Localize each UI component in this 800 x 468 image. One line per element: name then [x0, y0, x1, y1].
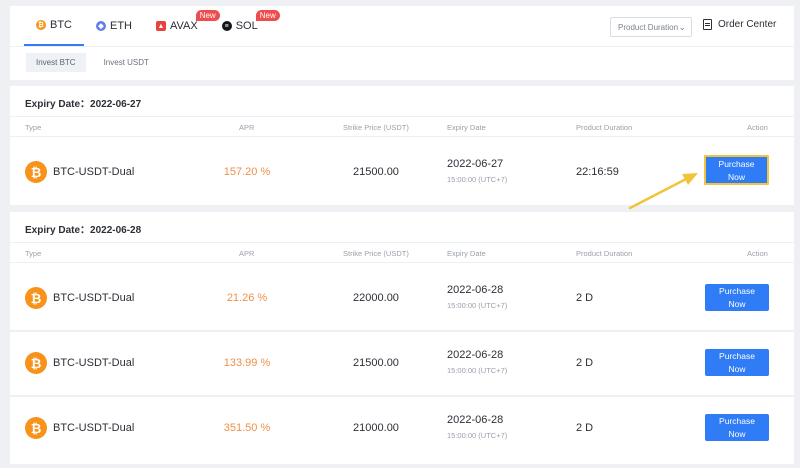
product-duration-select[interactable]: Product Duration ⌄ [610, 17, 692, 37]
table-row: ₿ BTC-USDT-Dual 157.20 % 21500.00 2022-0… [10, 144, 794, 202]
col-action: Action [747, 249, 768, 258]
divider [10, 136, 794, 137]
table-row: ₿ BTC-USDT-Dual 133.99 % 21500.00 2022-0… [10, 335, 794, 393]
top-bar: ₿ BTC ◆ ETH ▲ AVAX New ≡ SOL New Product… [10, 6, 794, 80]
divider [10, 116, 794, 117]
invest-tabs: Invest BTC Invest USDT [26, 53, 167, 72]
avax-icon: ▲ [156, 21, 166, 31]
tab-btc-label: BTC [50, 19, 72, 31]
expiry-time: 15:00:00 (UTC+7) [447, 366, 508, 375]
divider [10, 46, 794, 47]
product-type: BTC-USDT-Dual [53, 422, 135, 434]
col-expiry: Expiry Date [447, 249, 486, 258]
strike-price: 21000.00 [353, 422, 399, 434]
divider [10, 395, 794, 397]
purchase-now-button[interactable]: Purchase Now [704, 155, 769, 185]
order-center-label: Order Center [718, 19, 777, 30]
product-duration: 2 D [576, 292, 594, 304]
eth-icon: ◆ [96, 21, 106, 31]
button-label-line-2: Now [728, 299, 746, 309]
expiry-date: 2022-06-27 [447, 158, 504, 170]
expiry-time: 15:00:00 (UTC+7) [447, 175, 508, 184]
strike-price: 22000.00 [353, 292, 399, 304]
button-label-line-2: Now [728, 364, 746, 374]
coin-tabs: ₿ BTC ◆ ETH ▲ AVAX New ≡ SOL New [24, 6, 280, 46]
apr-value: 157.20 % [223, 166, 271, 178]
col-strike: Strike Price (USDT) [343, 123, 409, 132]
button-label-line-2: Now [727, 172, 745, 182]
tab-eth[interactable]: ◆ ETH [84, 6, 144, 46]
product-duration: 22:16:59 [576, 166, 619, 178]
button-label-line-1: Purchase [719, 416, 755, 426]
col-apr: APR [239, 249, 255, 258]
btc-icon: ₿ [36, 20, 46, 30]
product-type: BTC-USDT-Dual [53, 357, 135, 369]
tab-invest-usdt[interactable]: Invest USDT [94, 53, 159, 72]
col-duration: Product Duration [576, 249, 633, 258]
col-strike: Strike Price (USDT) [343, 249, 409, 258]
col-expiry: Expiry Date [447, 123, 486, 132]
expiry-section: Expiry Date：2022-06-28 Type APR Strike P… [10, 212, 794, 464]
tab-sol-label: SOL [235, 20, 258, 32]
expiry-date: 2022-06-28 [447, 284, 504, 296]
apr-value: 21.26 % [226, 292, 268, 304]
expiry-section: Expiry Date：2022-06-27 Type APR Strike P… [10, 86, 794, 205]
divider [10, 242, 794, 243]
expiry-date: 2022-06-28 [447, 349, 504, 361]
purchase-now-button[interactable]: Purchase Now [705, 349, 769, 376]
section-title: Expiry Date：2022-06-27 [25, 99, 142, 110]
order-center-link[interactable]: Order Center [703, 19, 776, 30]
tab-btc[interactable]: ₿ BTC [24, 6, 84, 46]
product-duration: 2 D [576, 422, 594, 434]
apr-value: 133.99 % [223, 357, 271, 369]
bitcoin-icon: ₿ [25, 161, 47, 183]
col-type: Type [25, 123, 42, 132]
table-row: ₿ BTC-USDT-Dual 351.50 % 21000.00 2022-0… [10, 400, 794, 458]
col-apr: APR [239, 123, 255, 132]
button-label-line-1: Purchase [719, 286, 755, 296]
bitcoin-icon: ₿ [25, 352, 47, 374]
expiry-time: 15:00:00 (UTC+7) [447, 301, 508, 310]
document-icon [703, 19, 712, 30]
bitcoin-icon: ₿ [25, 287, 47, 309]
product-type: BTC-USDT-Dual [53, 166, 135, 178]
expiry-date: 2022-06-28 [447, 414, 504, 426]
expiry-time: 15:00:00 (UTC+7) [447, 431, 508, 440]
bitcoin-icon: ₿ [25, 417, 47, 439]
product-duration-label: Product Duration [618, 22, 679, 32]
tab-avax[interactable]: ▲ AVAX New [144, 6, 220, 46]
purchase-now-button[interactable]: Purchase Now [705, 414, 769, 441]
button-label-line-1: Purchase [718, 159, 755, 169]
chevron-down-icon: ⌄ [678, 22, 686, 32]
strike-price: 21500.00 [353, 357, 399, 369]
new-badge: New [255, 10, 280, 21]
tab-sol[interactable]: ≡ SOL New [210, 6, 280, 46]
button-label-line-2: Now [728, 429, 746, 439]
tab-avax-label: AVAX [170, 20, 198, 32]
section-title: Expiry Date：2022-06-28 [25, 225, 142, 236]
col-duration: Product Duration [576, 123, 633, 132]
strike-price: 21500.00 [353, 166, 399, 178]
product-duration: 2 D [576, 357, 594, 369]
button-label-line-1: Purchase [719, 351, 755, 361]
tab-eth-label: ETH [110, 20, 132, 32]
col-type: Type [25, 249, 42, 258]
col-action: Action [747, 123, 768, 132]
divider [10, 330, 794, 332]
apr-value: 351.50 % [223, 422, 271, 434]
sol-icon: ≡ [221, 21, 232, 31]
table-row: ₿ BTC-USDT-Dual 21.26 % 22000.00 2022-06… [10, 270, 794, 328]
tab-invest-btc[interactable]: Invest BTC [26, 53, 86, 72]
purchase-now-button[interactable]: Purchase Now [705, 284, 769, 311]
product-type: BTC-USDT-Dual [53, 292, 135, 304]
divider [10, 262, 794, 263]
